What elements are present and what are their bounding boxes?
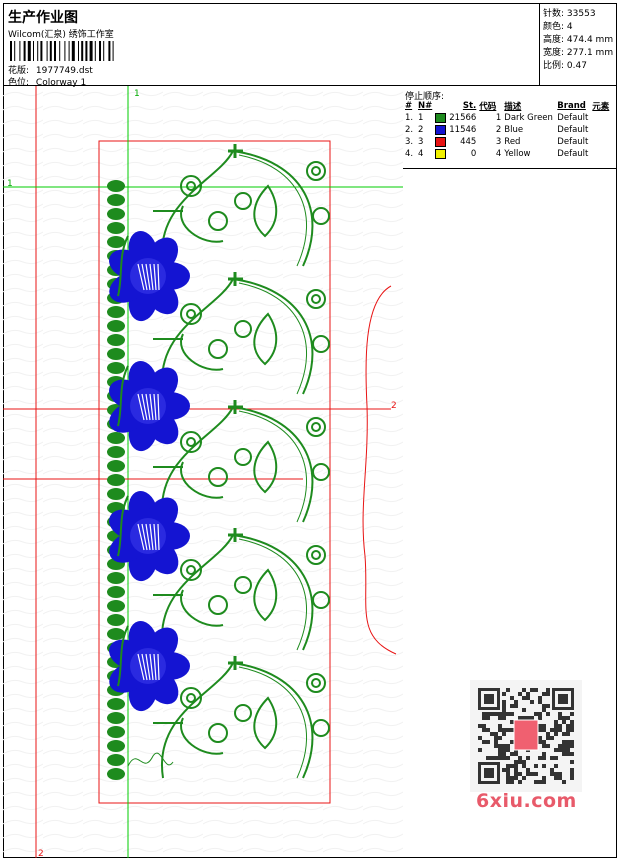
studio-name: Wilcom(汇泉) 绣饰工作室 (8, 30, 114, 40)
height-row: 高度: 474.4 mm (543, 32, 613, 45)
watermark-text: 6xiu.com (476, 790, 577, 812)
guide-marker-2-bottom: 2 (38, 849, 44, 858)
stat-label: 颜色: (543, 22, 565, 32)
color-count-row: 颜色: 4 (543, 19, 573, 32)
scale-row: 比例: 0.47 (543, 58, 587, 71)
stat-label: 高度: (543, 35, 565, 45)
canvas-background (3, 86, 403, 858)
height-value: 474.4 mm (566, 35, 614, 45)
scale-value: 0.47 (566, 61, 587, 71)
barcode (10, 41, 114, 61)
color-count-value: 4 (566, 22, 573, 32)
header-panel: 生产作业图 Wilcom(汇泉) 绣饰工作室 花版: 1977749.dst 色… (3, 3, 540, 88)
guide-marker-1-left: 1 (7, 179, 13, 189)
stat-label: 宽度: (543, 48, 565, 58)
guide-marker-2-right: 2 (391, 401, 397, 411)
stat-label: 针数: (543, 9, 565, 19)
stitch-count-value: 33553 (566, 9, 596, 19)
stats-panel: 针数: 33553 颜色: 4 高度: 474.4 mm 宽度: 277.1 m… (540, 3, 617, 86)
stat-label: 比例: (543, 61, 565, 71)
stitch-count-row: 针数: 33553 (543, 6, 596, 19)
width-value: 277.1 mm (566, 48, 614, 58)
guide-marker-1-top: 1 (134, 89, 140, 99)
width-row: 宽度: 277.1 mm (543, 45, 613, 58)
page-title: 生产作业图 (8, 10, 78, 26)
